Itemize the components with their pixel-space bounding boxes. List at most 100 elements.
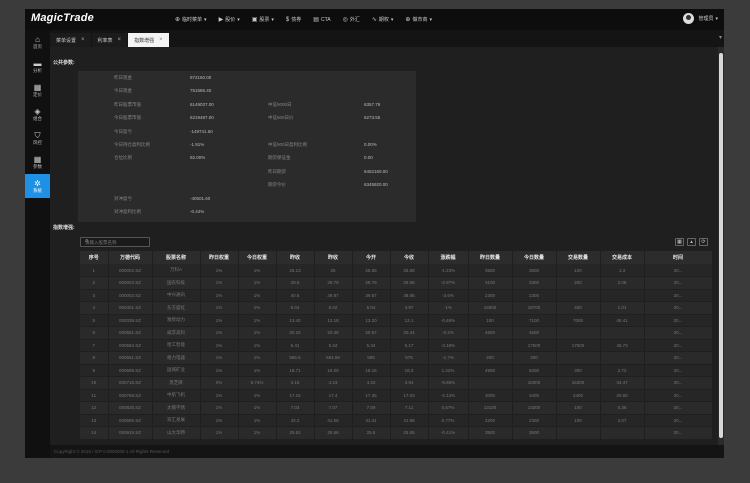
table-row[interactable]: 6 000581.SZ 威孚高科 1% 1% 20.16 20.46 20.57 20.44 -0…	[80, 326, 713, 340]
column-header[interactable]: 昨日数量	[468, 251, 513, 264]
table-cell: 2400	[556, 389, 601, 402]
chevron-down-icon[interactable]: ▾	[719, 34, 722, 41]
topnav-label[interactable]: CTA	[321, 17, 331, 23]
chevron-down-icon[interactable]: ▾	[715, 16, 718, 22]
column-header[interactable]: 交易数量	[556, 251, 601, 264]
table-row[interactable]: 12 000825.SZ 太钢不锈 1% 1% 7.03 7.07 7.09 7.11 0.57%…	[80, 401, 713, 415]
topnav-item[interactable]: ⊕ 做市商 ▾	[405, 16, 432, 24]
table-row[interactable]: 4 000301.SZ 东方盛虹 1% 1% 5.04 5.02 5.04 4.97 -1% 160…	[80, 301, 713, 315]
table-cell: 3	[80, 289, 109, 302]
topnav-label[interactable]: 期权	[379, 16, 389, 23]
tab-label[interactable]: 指数增强	[134, 37, 154, 44]
table-row[interactable]: 10 000716.SZ 黑芝麻 0% 8.74% 4.15 4.23 4.23 3.94 -6.…	[80, 376, 713, 390]
table-cell: 25.6	[352, 426, 391, 440]
table-row[interactable]: 7 000584.SZ 哈工智能 1% 1% 5.41 5.34 5.34 5.17 -3.18%…	[80, 339, 713, 352]
refresh-icon[interactable]: ⟳	[699, 238, 708, 246]
table-cell: 000004.SZ	[108, 276, 153, 290]
sidebar-label: 首页	[33, 43, 42, 49]
tab-label[interactable]: 菜单设置	[56, 37, 76, 44]
tab[interactable]: 指数增强 ×	[128, 33, 169, 47]
table-toolbar: ▦ ▴ ⟳	[672, 238, 708, 246]
table-cell: 25.58	[390, 264, 429, 277]
sidebar-item[interactable]: ⌂ 首页	[25, 30, 50, 54]
topnav-label[interactable]: 做市商	[412, 16, 427, 23]
topnav-item[interactable]: ∿ 期权 ▾	[372, 16, 394, 24]
table-cell: 3000	[468, 389, 513, 402]
param-value: 0.00%	[364, 142, 377, 147]
column-header[interactable]: 涨跌幅	[428, 251, 469, 264]
table-cell: -3.18%	[428, 339, 469, 352]
table-cell	[556, 426, 601, 440]
column-header[interactable]: 今日数量	[512, 251, 557, 264]
table-cell: 1%	[200, 326, 239, 340]
column-header[interactable]: 昨收	[276, 251, 315, 264]
vertical-scrollbar[interactable]	[718, 47, 724, 445]
close-icon[interactable]: ×	[159, 37, 163, 43]
sidebar-item[interactable]: ⛉ 风控	[25, 126, 50, 150]
column-header[interactable]: 今日权重	[238, 251, 277, 264]
table-row[interactable]: 13 000895.SZ 双汇发展 1% 1% 42.2 41.56 41.41 41.88 0.…	[80, 414, 713, 427]
tab[interactable]: 利率表 ×	[91, 33, 128, 47]
column-header[interactable]: 时间	[644, 251, 713, 264]
column-header[interactable]: 序号	[80, 251, 109, 264]
table-row[interactable]: 11 000768.SZ 中航飞机 1% 1% 17.15 17.4 17.36 17.03 -2…	[80, 389, 713, 402]
topnav-item[interactable]: ▤ CTA	[313, 16, 331, 24]
sidebar-item[interactable]: ▦ 定价	[25, 78, 50, 102]
sidebar-item[interactable]: ✲ 系统	[25, 174, 50, 198]
table-row[interactable]: 14 000915.SZ 山大华特 1% 1% 25.62 25.66 25.6 25.55 -0…	[80, 426, 713, 440]
scrollbar-thumb[interactable]	[719, 53, 723, 438]
topnav-label[interactable]: 股票	[259, 16, 269, 23]
column-header[interactable]: 昨收	[314, 251, 353, 264]
column-header[interactable]: 万德代码	[108, 251, 153, 264]
search-icon[interactable]: ⌕	[85, 238, 147, 245]
table-cell: 13200	[512, 401, 557, 415]
column-header[interactable]: 交易成本	[600, 251, 645, 264]
avatar[interactable]	[683, 13, 695, 24]
sidebar-item[interactable]: ◈ 组合	[25, 102, 50, 126]
tab-label[interactable]: 利率表	[98, 37, 113, 44]
table-cell: 格力电器	[152, 351, 201, 365]
user-menu[interactable]: 管理员 ▾	[683, 13, 718, 24]
topnav-item[interactable]: ◎ 外汇	[343, 16, 360, 23]
sidebar-label: 定价	[33, 91, 42, 97]
table-cell: 山大华特	[152, 426, 201, 440]
topnav-label[interactable]: 外汇	[350, 16, 360, 23]
table-row[interactable]: 1 000002.SZ 万科A 1% 1% 25.13 26 25.55 25.58 -1.23%…	[80, 264, 713, 277]
table-cell: 20.46	[314, 326, 353, 340]
table-cell: 0%	[200, 376, 239, 390]
table-cell: 45.41	[600, 314, 645, 327]
user-name[interactable]: 管理员	[698, 15, 713, 22]
table-row[interactable]: 9 000688.SZ 国城矿业 1% 1% 18.71 18.09 18.15 18.3 1.2…	[80, 364, 713, 377]
topnav-item[interactable]: ⊕ 临时菜单 ▾	[175, 16, 207, 24]
topnav-label[interactable]: 临时菜单	[182, 16, 202, 23]
sidebar-item[interactable]: ▦ 参数	[25, 150, 50, 174]
table-row[interactable]: 2 000004.SZ 国农科技 1% 1% 29.5 29.79 29.79 29.06 -2.…	[80, 276, 713, 290]
topnav-item[interactable]: ▣ 股票 ▾	[252, 16, 274, 24]
column-header[interactable]: 今收	[390, 251, 429, 264]
table-cell: 1.22%	[428, 364, 469, 377]
search-input[interactable]: 请输入股票名称 ⌕	[80, 237, 150, 247]
table-cell: 1%	[200, 264, 239, 277]
table-cell: -2.97%	[428, 276, 469, 290]
table-cell	[600, 289, 645, 302]
table-row[interactable]: 8 000651.SZ 格力电器 1% 1% 586.6 584.66 585 575 -1.7%…	[80, 351, 713, 365]
close-icon[interactable]: ×	[118, 37, 122, 43]
grid-view-icon[interactable]: ▦	[675, 238, 684, 246]
table-row[interactable]: 5 000338.SZ 潍柴动力 1% 1% 13.42 13.18 13.20 13.1 -0.…	[80, 314, 713, 327]
close-icon[interactable]: ×	[81, 37, 85, 43]
sidebar-item[interactable]: ▬ 分析	[25, 54, 50, 78]
column-header[interactable]: 股票名称	[152, 251, 201, 264]
column-header[interactable]: 今开	[352, 251, 391, 264]
topnav-item[interactable]: $ 债券	[286, 16, 301, 24]
topnav-item[interactable]: ▶ 股价 ▾	[219, 16, 240, 24]
table-cell: 4.15	[276, 376, 315, 390]
column-header[interactable]: 昨日权重	[200, 251, 239, 264]
table-cell: 5.04	[276, 301, 315, 315]
export-icon[interactable]: ▴	[687, 238, 696, 246]
tab[interactable]: 菜单设置 ×	[50, 33, 91, 47]
table-cell: 13.42	[276, 314, 315, 327]
topnav-label[interactable]: 股价	[225, 16, 235, 23]
topnav-label[interactable]: 债券	[291, 16, 301, 23]
table-row[interactable]: 3 000003.SZ 中兴通讯 1% 1% 40.6 39.87 39.87 38.85 -2.…	[80, 289, 713, 302]
sidebar-icon: ⌂	[35, 34, 40, 44]
